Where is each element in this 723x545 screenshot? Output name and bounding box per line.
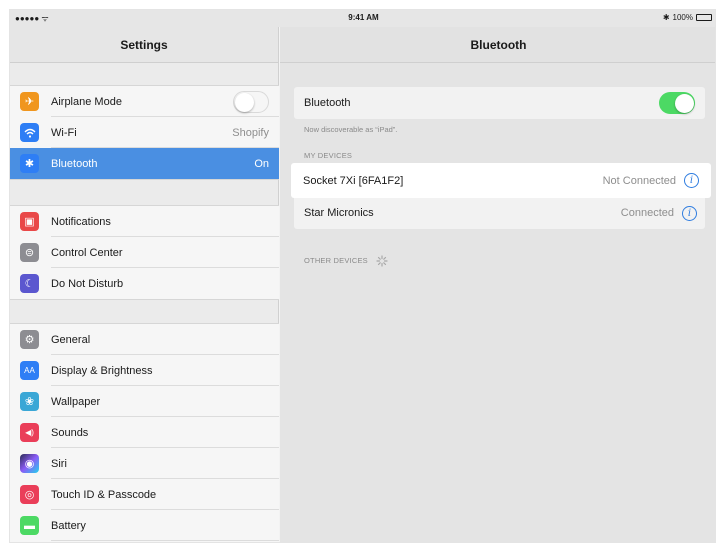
sidebar-item-wallpaper[interactable]: ❀ Wallpaper [10, 386, 279, 417]
settings-sidebar: Settings ✈ Airplane Mode Wi-Fi Shopify ✱… [10, 27, 279, 542]
battery-percent: 100% [672, 13, 693, 22]
sidebar-item-label: Sounds [51, 426, 89, 439]
sidebar-item-label: Battery [51, 519, 86, 532]
status-time: 9:41 AM [348, 13, 379, 22]
settings-navbar: Settings [10, 27, 278, 63]
sounds-icon: ◀) [20, 423, 39, 442]
general-icon: ⚙ [20, 330, 39, 349]
info-icon[interactable]: i [682, 205, 697, 221]
wifi-icon [20, 123, 39, 142]
wallpaper-icon: ❀ [20, 392, 39, 411]
sidebar-item-touch-id[interactable]: ◎ Touch ID & Passcode [10, 479, 279, 510]
sidebar-item-general[interactable]: ⚙ General [10, 324, 279, 355]
bluetooth-toggle[interactable] [659, 92, 695, 114]
sidebar-item-display-brightness[interactable]: AA Display & Brightness [10, 355, 279, 386]
loading-spinner-icon [376, 255, 388, 267]
settings-title: Settings [120, 37, 168, 52]
sidebar-item-label: Wi-Fi [51, 126, 77, 139]
sidebar-item-label: Do Not Disturb [51, 277, 124, 290]
display-brightness-icon: AA [20, 361, 39, 380]
bluetooth-navbar: Bluetooth [280, 27, 715, 63]
siri-icon: ◉ [20, 454, 39, 473]
sidebar-item-label: Siri [51, 457, 67, 470]
airplane-mode-toggle[interactable] [233, 90, 269, 113]
sidebar-item-label: Notifications [51, 215, 111, 228]
bluetooth-page-title: Bluetooth [470, 37, 527, 52]
sidebar-item-battery[interactable]: ▬ Battery [10, 510, 279, 541]
touch-id-icon: ◎ [20, 485, 39, 504]
bluetooth-toggle-card: Bluetooth [294, 87, 705, 119]
device-name: Star Micronics [304, 207, 374, 219]
device-row-star-micronics[interactable]: Star Micronics Connected i [294, 197, 705, 229]
discoverable-hint: Now discoverable as “iPad”. [304, 125, 398, 134]
ipad-screen: ●●●●● ᯤ 9:41 AM ✱ 100% Settings ✈ Airpla… [9, 9, 716, 543]
sidebar-item-do-not-disturb[interactable]: ☾ Do Not Disturb [10, 268, 279, 299]
do-not-disturb-icon: ☾ [20, 274, 39, 293]
sidebar-item-bluetooth[interactable]: ✱ Bluetooth On [10, 148, 279, 179]
device-row-socket-7xi[interactable]: Socket 7Xi [6FA1F2] Not Connected i [292, 164, 710, 197]
sidebar-item-sounds[interactable]: ◀) Sounds [10, 417, 279, 448]
bluetooth-toggle-label: Bluetooth [304, 97, 351, 109]
my-devices-header: MY DEVICES [304, 151, 353, 160]
battery-icon [696, 14, 712, 21]
sidebar-item-label: General [51, 333, 91, 346]
bluetooth-status-icon: ✱ [662, 13, 670, 22]
notifications-icon: ▣ [20, 212, 39, 231]
sidebar-item-label: Touch ID & Passcode [51, 488, 157, 501]
sidebar-item-notifications[interactable]: ▣ Notifications [10, 206, 279, 237]
sidebar-item-control-center[interactable]: ⊜ Control Center [10, 237, 279, 268]
device-status: Not Connected [602, 174, 676, 187]
bluetooth-icon: ✱ [20, 154, 39, 173]
settings-group-connectivity: ✈ Airplane Mode Wi-Fi Shopify ✱ Bluetoot… [10, 85, 279, 180]
status-right: ✱ 100% [663, 13, 712, 22]
bluetooth-toggle-row[interactable]: Bluetooth [294, 87, 705, 119]
airplane-icon: ✈ [20, 92, 39, 111]
device-name: Socket 7Xi [6FA1F2] [303, 174, 404, 187]
bluetooth-state-value: On [254, 157, 269, 170]
sidebar-item-wifi[interactable]: Wi-Fi Shopify [10, 117, 279, 148]
wifi-network-value: Shopify [232, 126, 269, 139]
sidebar-item-label: Display & Brightness [51, 364, 153, 377]
sidebar-item-partial[interactable] [10, 541, 279, 542]
sidebar-item-label: Wallpaper [51, 395, 101, 408]
device-status: Connected [620, 207, 674, 219]
other-devices-header: OTHER DEVICES [304, 255, 388, 267]
control-center-icon: ⊜ [20, 243, 39, 262]
sidebar-item-airplane-mode[interactable]: ✈ Airplane Mode [10, 86, 279, 117]
battery-settings-icon: ▬ [20, 516, 39, 535]
bluetooth-detail-pane: Bluetooth Bluetooth Now discoverable as … [280, 27, 715, 542]
sidebar-item-siri[interactable]: ◉ Siri [10, 448, 279, 479]
sidebar-item-label: Airplane Mode [51, 95, 122, 108]
sidebar-item-label: Bluetooth [51, 157, 98, 170]
info-icon[interactable]: i [684, 173, 699, 188]
settings-group-notifications: ▣ Notifications ⊜ Control Center ☾ Do No… [10, 205, 279, 300]
sidebar-item-label: Control Center [51, 246, 123, 259]
status-bar: ●●●●● ᯤ 9:41 AM ✱ 100% [10, 10, 715, 27]
settings-group-general: ⚙ General AA Display & Brightness ❀ Wall… [10, 323, 279, 542]
